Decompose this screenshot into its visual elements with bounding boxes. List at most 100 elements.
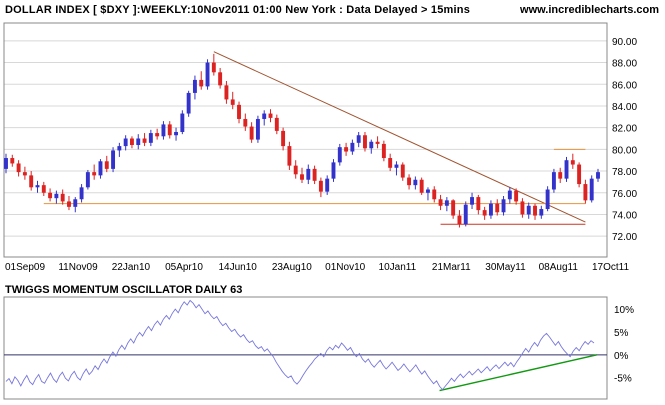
chart-header: DOLLAR INDEX [ $DXY ]:WEEKLY:10Nov2011 0… — [0, 0, 665, 22]
candle-down — [29, 175, 34, 188]
candle-up — [174, 131, 178, 136]
candle-up — [337, 147, 342, 163]
price-plot-border — [3, 22, 608, 258]
candle-down — [533, 205, 537, 216]
candle-down — [400, 164, 405, 178]
candle-down — [67, 201, 71, 207]
x-tick-label: 22Jan10 — [111, 262, 151, 273]
candle-up — [596, 172, 600, 179]
x-axis: 01Sep09 11Nov09 22Jan10 05Apr10 14Jun10 23Aug… — [0, 262, 665, 276]
candle-up — [394, 164, 399, 168]
candle-down — [249, 126, 254, 140]
candle-down — [388, 158, 393, 168]
candle-down — [438, 199, 443, 206]
candle-down — [583, 184, 588, 201]
price-y-axis: 72.00 74.00 76.00 78.00 80.00 82.00 84.00 86.00… — [612, 37, 637, 243]
price-y-tick-label: 88.00 — [612, 59, 637, 70]
candle-down — [318, 180, 323, 192]
candle-up — [589, 178, 594, 201]
candle-down — [407, 177, 412, 186]
candle-down — [243, 118, 248, 127]
candle-down — [476, 197, 481, 211]
candle-down — [274, 117, 279, 131]
price-y-tick-label: 78.00 — [612, 167, 637, 178]
chart-title: DOLLAR INDEX [ $DXY ]:WEEKLY:10Nov2011 0… — [5, 4, 471, 16]
candle-up — [501, 199, 506, 213]
x-tick-label: 17Oct11 — [592, 262, 630, 273]
candle-down — [211, 62, 216, 73]
candle-down — [155, 133, 160, 137]
candle-down — [432, 189, 437, 200]
site-url: www.incrediblecharts.com — [520, 4, 659, 16]
candle-up — [551, 172, 556, 190]
candlesticks — [4, 53, 600, 228]
price-y-tick-label: 82.00 — [612, 124, 637, 135]
candle-down — [268, 113, 273, 118]
candle-down — [451, 200, 456, 216]
price-gridlines — [4, 40, 607, 237]
candle-down — [16, 163, 21, 173]
oscillator-plot-border — [3, 296, 608, 400]
candle-down — [495, 203, 500, 213]
price-y-tick-label: 80.00 — [612, 145, 637, 156]
candle-up — [4, 158, 8, 169]
candle-down — [60, 193, 65, 202]
candle-down — [577, 164, 582, 185]
candle-up — [369, 141, 374, 149]
candle-up — [255, 118, 260, 140]
candle-up — [117, 146, 122, 151]
oscillator-chart: 10% 5% 0% -5% — [3, 296, 634, 400]
candle-up — [79, 187, 84, 200]
candle-up — [136, 138, 141, 146]
oscillator-series — [5, 299, 595, 391]
candle-down — [419, 179, 424, 193]
candle-down — [237, 104, 241, 119]
x-tick-label: 05Apr10 — [165, 262, 203, 273]
oscillator-y-tick-label: 0% — [614, 351, 629, 362]
candle-down — [363, 135, 367, 149]
candle-up — [539, 209, 544, 216]
price-trendlines — [43, 51, 586, 225]
x-tick-label: 14Jun10 — [218, 262, 257, 273]
candle-up — [463, 204, 468, 225]
candle-up — [356, 135, 361, 143]
candle-up — [507, 190, 512, 200]
oscillator-line — [5, 299, 595, 391]
candle-up — [545, 189, 550, 210]
candle-up — [186, 92, 191, 114]
candle-up — [444, 200, 449, 206]
candle-down — [300, 174, 304, 180]
candle-up — [488, 203, 493, 216]
candle-down — [287, 146, 292, 166]
candle-down — [224, 85, 229, 100]
x-tick-label: 11Nov09 — [58, 262, 98, 273]
oscillator-title: TWIGGS MOMENTUM OSCILLATOR DAILY 63 — [5, 284, 243, 296]
x-tick-label: 08Aug11 — [538, 262, 578, 273]
price-y-tick-label: 72.00 — [612, 232, 637, 243]
candle-up — [85, 172, 90, 188]
candle-up — [526, 205, 531, 215]
candle-down — [457, 215, 462, 225]
candle-up — [350, 142, 355, 152]
candle-up — [148, 133, 153, 143]
candle-up — [262, 113, 267, 119]
resistance-trendline — [213, 51, 586, 223]
candle-up — [180, 113, 185, 132]
candle-down — [281, 130, 286, 147]
candle-down — [514, 190, 519, 202]
oscillator-y-tick-label: -5% — [614, 374, 632, 385]
x-tick-label: 01Sep09 — [5, 262, 46, 273]
candle-down — [218, 72, 223, 86]
price-y-tick-label: 90.00 — [612, 37, 637, 48]
candle-down — [199, 79, 204, 87]
oscillator-y-axis: 10% 5% 0% -5% — [614, 305, 634, 385]
candle-down — [344, 147, 349, 152]
candle-down — [558, 172, 563, 179]
candle-down — [92, 172, 97, 176]
candle-down — [130, 138, 134, 146]
candle-down — [230, 99, 235, 105]
x-tick-label: 01Nov10 — [325, 262, 366, 273]
oscillator-y-tick-label: 10% — [614, 305, 634, 316]
price-y-tick-label: 76.00 — [612, 189, 637, 200]
candle-down — [104, 161, 109, 169]
